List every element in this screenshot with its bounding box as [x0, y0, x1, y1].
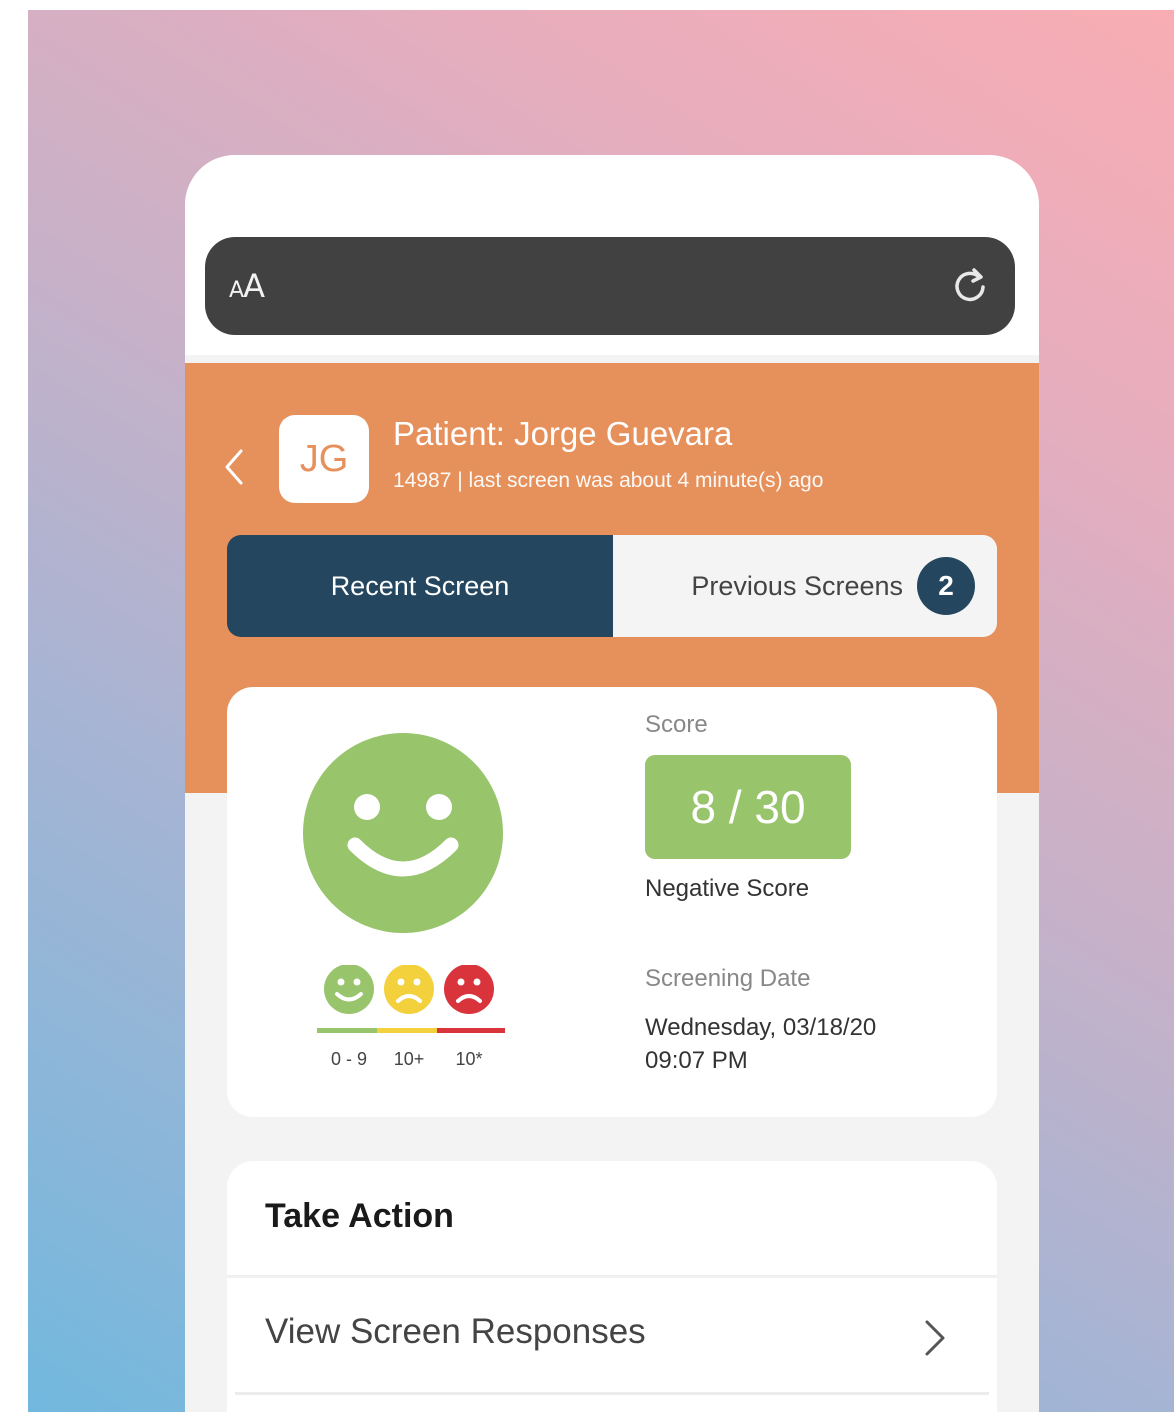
score-interpretation: Negative Score — [645, 875, 810, 902]
sad-face-icon — [384, 965, 434, 1014]
url-bar[interactable]: AA — [205, 237, 1015, 335]
reload-icon[interactable] — [949, 265, 991, 307]
score-scale-legend: 0 - 9 10+ 10* — [317, 965, 505, 1069]
back-chevron-icon[interactable] — [219, 445, 249, 489]
screen-tabs: Recent Screen Previous Screens 2 — [227, 535, 997, 637]
previous-screens-count-badge: 2 — [917, 557, 975, 615]
patient-name: Patient: Jorge Guevara — [393, 415, 733, 452]
screening-date-label: Screening Date — [645, 965, 811, 992]
tab-previous-screens[interactable]: Previous Screens 2 — [613, 535, 997, 637]
view-screen-responses-label: View Screen Responses — [265, 1312, 646, 1351]
patient-meta: 14987 | last screen was about 4 minute(s… — [393, 469, 824, 492]
browser-header: AA — [185, 155, 1039, 355]
phone-screen: AA JG Patient: Jorge Guevara 14987 | las… — [185, 155, 1039, 1412]
text-size-small-label: A — [229, 278, 244, 303]
score-value: 8 / 30 — [645, 755, 851, 859]
screening-date-line: Wednesday, 03/18/20 — [645, 1014, 877, 1041]
scale-range-high: 10* — [455, 1049, 482, 1069]
scale-bar-mid — [377, 1028, 437, 1033]
happy-face-icon — [303, 733, 503, 933]
upset-face-icon — [444, 965, 494, 1014]
happy-face-icon — [324, 965, 374, 1014]
tab-recent-screen[interactable]: Recent Screen — [227, 535, 613, 637]
take-action-title: Take Action — [265, 1197, 454, 1235]
divider — [235, 1392, 989, 1395]
take-action-card: Take Action View Screen Responses — [227, 1161, 997, 1412]
avatar: JG — [279, 415, 369, 503]
view-screen-responses-button[interactable]: View Screen Responses — [227, 1278, 997, 1392]
background: AA JG Patient: Jorge Guevara 14987 | las… — [28, 10, 1174, 1412]
chevron-right-icon — [925, 1320, 945, 1356]
tab-previous-screens-label: Previous Screens — [691, 570, 903, 601]
tab-recent-screen-label: Recent Screen — [330, 570, 510, 601]
text-size-large-label: A — [243, 267, 265, 305]
score-label: Score — [645, 711, 708, 738]
scale-range-mid: 10+ — [394, 1049, 425, 1069]
screening-time-line: 09:07 PM — [645, 1047, 748, 1074]
screening-date-value: Wednesday, 03/18/20 09:07 PM — [645, 1011, 965, 1077]
scale-bar-low — [317, 1028, 377, 1033]
scale-bar-high — [437, 1028, 505, 1033]
text-size-button[interactable]: AA — [229, 267, 265, 305]
result-card: 0 - 9 10+ 10* Score 8 / 30 Negative Scor… — [227, 687, 997, 1117]
scale-range-low: 0 - 9 — [331, 1049, 367, 1069]
